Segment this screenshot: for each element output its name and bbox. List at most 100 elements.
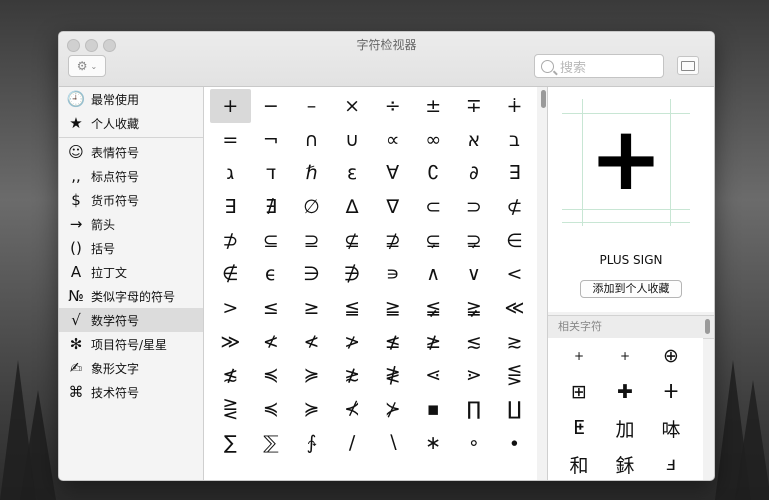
character-cell[interactable]: ∙ — [494, 426, 535, 460]
character-cell[interactable]: ∏ — [454, 392, 495, 426]
related-character-cell[interactable]: 加 — [602, 410, 648, 446]
character-cell[interactable]: ≽ — [291, 392, 332, 426]
sidebar-item[interactable]: √ 数学符号 — [59, 308, 203, 332]
related-character-cell[interactable]: 呠 — [648, 410, 694, 446]
character-cell[interactable]: ≹ — [372, 359, 413, 393]
character-cell[interactable]: ≼ — [251, 392, 292, 426]
sidebar-item[interactable]: № 类似字母的符号 — [59, 284, 203, 308]
character-cell[interactable]: ≪ — [494, 291, 535, 325]
sidebar-item[interactable]: 🕘 最常使用 — [59, 87, 203, 111]
character-cell[interactable]: ∉ — [210, 257, 251, 291]
character-cell[interactable]: ⊈ — [332, 224, 373, 258]
character-cell[interactable]: > — [210, 291, 251, 325]
sidebar-item[interactable]: ,, 标点符号 — [59, 164, 203, 188]
character-cell[interactable]: ≱ — [413, 325, 454, 359]
character-cell[interactable]: ⊁ — [372, 392, 413, 426]
character-cell[interactable]: ∑ — [210, 426, 251, 460]
character-cell[interactable]: ⋖ — [413, 359, 454, 393]
add-to-favorites-button[interactable]: 添加到个人收藏 — [580, 280, 682, 298]
character-cell[interactable]: ⊋ — [454, 224, 495, 258]
character-cell[interactable]: ∧ — [413, 257, 454, 291]
character-cell[interactable]: ϵ — [251, 257, 292, 291]
character-cell[interactable]: ג — [210, 156, 251, 190]
character-cell[interactable]: ≼ — [251, 359, 292, 393]
character-cell[interactable]: ≽ — [291, 359, 332, 393]
character-cell[interactable]: × — [332, 89, 373, 123]
character-cell[interactable]: ∌ — [332, 257, 373, 291]
character-cell[interactable]: ∩ — [291, 123, 332, 157]
character-cell[interactable]: ⊀ — [332, 392, 373, 426]
character-cell[interactable]: = — [210, 123, 251, 157]
related-character-cell[interactable]: 鉌 — [602, 446, 648, 480]
character-cell[interactable]: ≫ — [210, 325, 251, 359]
character-cell[interactable]: ≵ — [332, 359, 373, 393]
related-character-cell[interactable]: ✚ — [602, 374, 648, 410]
character-cell[interactable]: ε — [332, 156, 373, 190]
character-cell[interactable]: ≳ — [494, 325, 535, 359]
character-cell[interactable]: ⋛ — [210, 392, 251, 426]
grid-scrollbar[interactable] — [541, 90, 546, 108]
character-cell[interactable]: ∅ — [291, 190, 332, 224]
related-character-cell[interactable]: ⊕ — [648, 338, 694, 374]
character-cell[interactable]: ∍ — [372, 257, 413, 291]
related-character-cell[interactable]: ⅎ — [648, 446, 694, 480]
related-character-cell[interactable]: 和 — [556, 446, 602, 480]
character-cell[interactable]: ⊃ — [454, 190, 495, 224]
character-cell[interactable]: ∇ — [372, 190, 413, 224]
character-cell[interactable]: ∘ — [454, 426, 495, 460]
character-cell[interactable]: ∃ — [210, 190, 251, 224]
character-cell[interactable]: ∪ — [332, 123, 373, 157]
character-cell[interactable]: ⊄ — [494, 190, 535, 224]
character-cell[interactable]: ⋚ — [494, 359, 535, 393]
character-cell[interactable]: ≦ — [332, 291, 373, 325]
character-cell[interactable]: ¬ — [251, 123, 292, 157]
character-cell[interactable]: ∓ — [454, 89, 495, 123]
character-cell[interactable]: ∐ — [494, 392, 535, 426]
character-cell[interactable]: ≤ — [251, 291, 292, 325]
character-cell[interactable]: ∝ — [372, 123, 413, 157]
sidebar-item[interactable]: $ 货币符号 — [59, 188, 203, 212]
keyboard-viewer-button[interactable] — [677, 56, 699, 75]
character-cell[interactable]: ▪ — [413, 392, 454, 426]
character-cell[interactable]: ∗ — [413, 426, 454, 460]
character-cell[interactable]: ≩ — [454, 291, 495, 325]
sidebar-item[interactable]: ★ 个人收藏 — [59, 111, 203, 135]
character-cell[interactable]: ≮ — [251, 325, 292, 359]
character-cell[interactable]: ∨ — [454, 257, 495, 291]
character-cell[interactable]: ∔ — [494, 89, 535, 123]
sidebar-item[interactable]: () 括号 — [59, 236, 203, 260]
character-cell[interactable]: ≯ — [332, 325, 373, 359]
related-character-cell[interactable]: + — [556, 338, 602, 374]
character-cell[interactable]: ⊅ — [210, 224, 251, 258]
character-cell[interactable]: ⊊ — [413, 224, 454, 258]
character-cell[interactable]: ⊇ — [291, 224, 332, 258]
character-cell[interactable]: ⋗ — [454, 359, 495, 393]
sidebar-item[interactable]: ✍ 象形文字 — [59, 356, 203, 380]
character-cell[interactable]: ב — [494, 123, 535, 157]
sidebar-item[interactable]: ⌘ 技术符号 — [59, 380, 203, 404]
action-menu-button[interactable]: ⚙ ⌄ — [68, 55, 106, 77]
character-cell[interactable]: ∞ — [413, 123, 454, 157]
character-cell[interactable]: ⊂ — [413, 190, 454, 224]
character-cell[interactable]: – — [291, 89, 332, 123]
character-cell[interactable]: ∆ — [332, 190, 373, 224]
character-cell[interactable]: ≮ — [291, 325, 332, 359]
character-cell[interactable]: ד — [251, 156, 292, 190]
character-cell[interactable]: − — [251, 89, 292, 123]
related-character-cell[interactable]: ⵟ — [556, 410, 602, 446]
related-character-cell[interactable]: + — [602, 338, 648, 374]
character-cell[interactable]: ∃ — [494, 156, 535, 190]
sidebar-item[interactable]: → 箭头 — [59, 212, 203, 236]
character-cell[interactable]: ≧ — [372, 291, 413, 325]
character-cell[interactable]: ∈ — [494, 224, 535, 258]
character-cell[interactable]: ≲ — [454, 325, 495, 359]
related-scrollbar[interactable] — [705, 319, 710, 334]
character-cell[interactable]: א — [454, 123, 495, 157]
character-cell[interactable]: ≴ — [210, 359, 251, 393]
character-cell[interactable]: ≥ — [291, 291, 332, 325]
character-cell[interactable]: ∀ — [372, 156, 413, 190]
character-cell[interactable]: ⅀ — [251, 426, 292, 460]
sidebar-item[interactable]: ☺ 表情符号 — [59, 140, 203, 164]
character-cell[interactable]: ∕ — [332, 426, 373, 460]
search-field[interactable]: 搜索 — [534, 54, 664, 78]
